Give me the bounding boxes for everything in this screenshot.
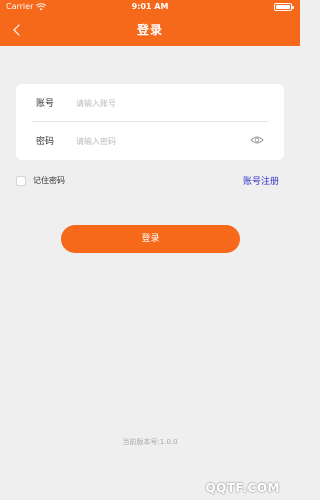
password-row: 密码	[16, 122, 284, 160]
header: Carrier 9:01 AM 登录	[0, 0, 300, 46]
version-text: 当前版本号:1.0.0	[122, 438, 178, 446]
account-input[interactable]	[76, 92, 246, 114]
status-bar: Carrier 9:01 AM	[0, 0, 300, 14]
page-title: 登录	[136, 23, 163, 37]
watermark: QQTF.COM	[205, 481, 280, 495]
account-label: 账号	[36, 99, 55, 109]
login-form-card: 账号 密码	[16, 84, 284, 160]
password-input[interactable]	[76, 130, 246, 152]
battery-icon	[274, 3, 294, 11]
remember-label: 记住密码	[33, 176, 65, 185]
login-button[interactable]: 登录	[61, 225, 240, 253]
status-time: 9:01 AM	[131, 2, 169, 11]
nav-bar: 登录	[0, 14, 300, 46]
eye-icon[interactable]	[250, 135, 264, 145]
register-link[interactable]: 账号注册	[243, 174, 279, 187]
account-row: 账号	[16, 84, 284, 122]
password-label: 密码	[36, 137, 55, 147]
remember-checkbox[interactable]	[16, 176, 26, 186]
